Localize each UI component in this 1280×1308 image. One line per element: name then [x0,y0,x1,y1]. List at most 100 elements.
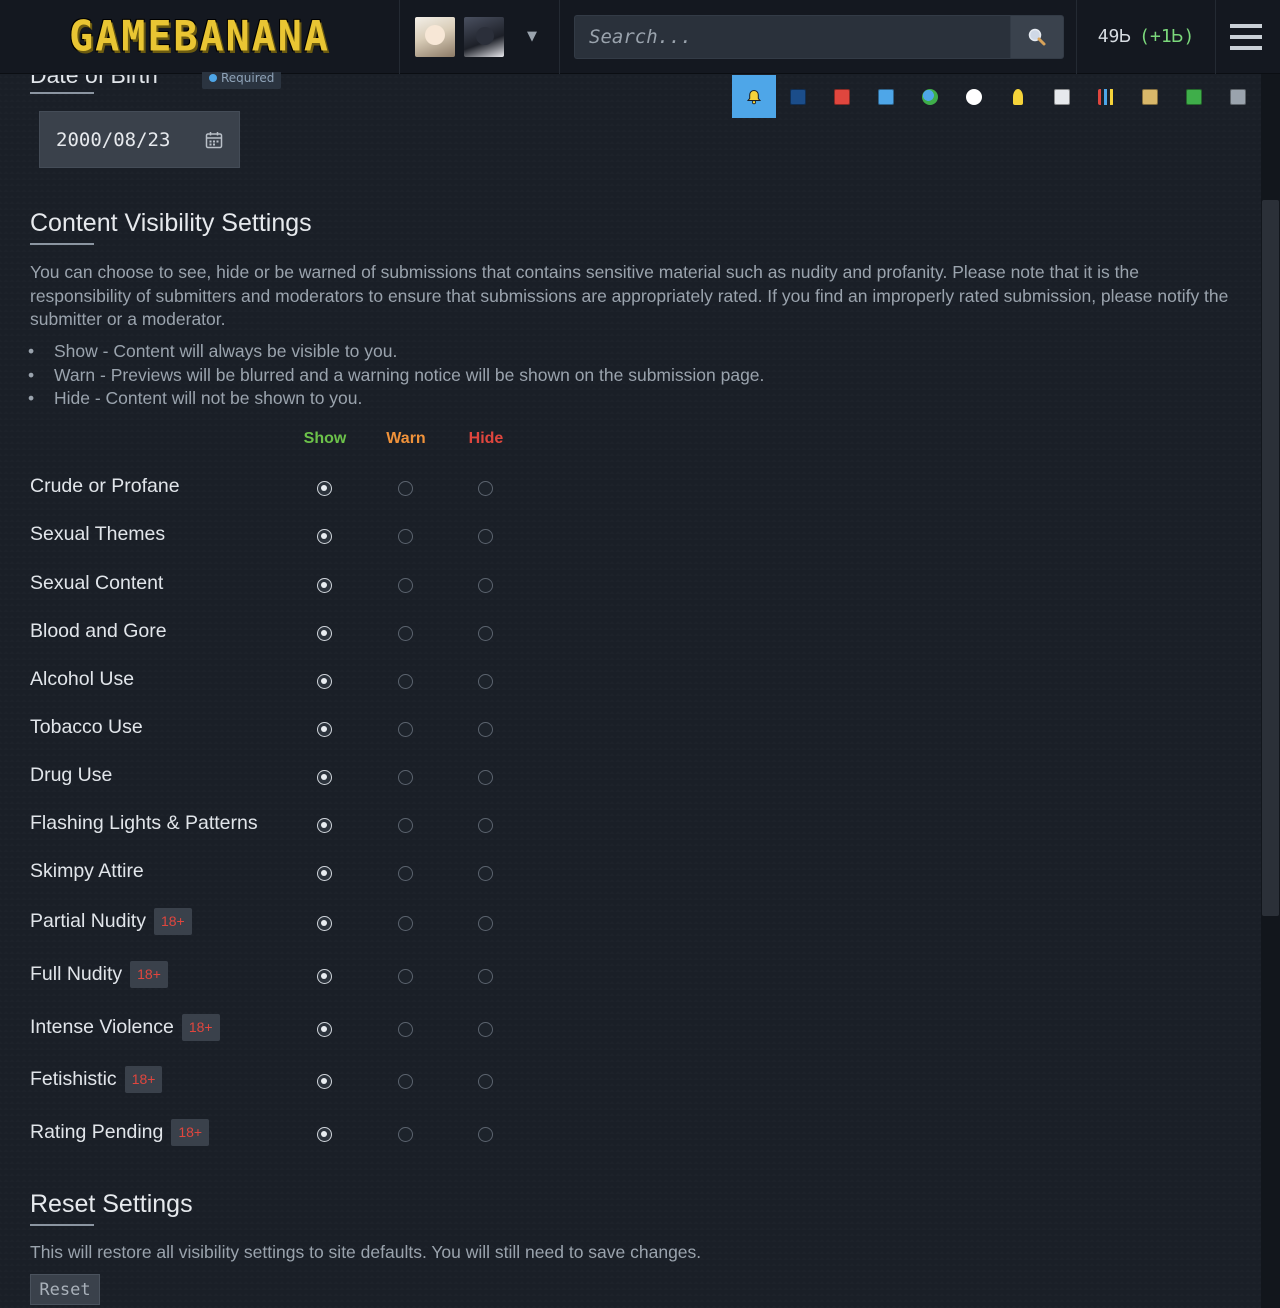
row-label-text: Alcohol Use [30,667,135,690]
avatar[interactable] [464,16,504,57]
list-item: Hide - Content will not be shown to you. [28,387,764,411]
toolbar-button-dashboard[interactable] [776,75,820,118]
toolbar-button-inbox[interactable] [1172,75,1216,118]
row-label-text: Intense Violence [30,1015,174,1038]
radio-show[interactable] [317,866,332,881]
toolbar-button-dice[interactable] [952,75,996,118]
row-label-text: Sexual Themes [30,522,166,545]
radio-warn[interactable] [398,818,413,833]
setting-row-label: Full Nudity 18+ [30,959,168,989]
toolbar-button-clipboard[interactable] [1128,75,1172,118]
radio-hide[interactable] [478,481,493,496]
radio-hide[interactable] [478,770,493,785]
radio-hide[interactable] [478,626,493,641]
bell-icon [746,89,762,105]
radio-hide[interactable] [478,529,493,544]
toolbar-button-stats[interactable] [1084,75,1128,118]
radio-warn[interactable] [398,481,413,496]
date-value: 2000/08/23 [56,128,171,151]
age-restriction-badge: 18+ [153,907,192,935]
toolbar-button-gift[interactable] [820,75,864,118]
setting-row-label: Blood and Gore [30,616,167,646]
toolbar-button-bell[interactable] [732,75,776,118]
globe-icon [922,88,938,105]
toolbar-button-mail[interactable] [1040,75,1084,118]
age-restriction-badge: 18+ [130,960,168,988]
radio-hide[interactable] [478,1074,493,1089]
radio-warn[interactable] [398,578,413,593]
radio-warn[interactable] [398,1022,413,1037]
toolbar-button-folder[interactable] [864,75,908,118]
date-of-birth-field[interactable]: 2000/08/23 [39,111,240,168]
search-button[interactable] [1010,14,1064,59]
hamburger-icon [1230,23,1262,50]
radio-show[interactable] [317,1022,332,1037]
radio-warn[interactable] [398,1127,413,1142]
radio-show[interactable] [317,578,332,593]
radio-show[interactable] [317,818,332,833]
radio-warn[interactable] [398,916,413,931]
grid-icon [1230,88,1246,105]
radio-show[interactable] [317,770,332,785]
radio-show[interactable] [317,481,332,496]
logo-text: GAMEBANANA [69,12,330,61]
radio-show[interactable] [317,969,332,984]
radio-hide[interactable] [478,866,493,881]
row-label-text: Flashing Lights & Patterns [30,811,258,834]
radio-show[interactable] [317,722,332,737]
reset-button[interactable]: Reset [30,1274,100,1305]
menu-button[interactable] [1216,0,1276,74]
dashboard-icon [790,88,806,105]
row-label-text: Drug Use [30,763,113,786]
radio-warn[interactable] [398,674,413,689]
radio-show[interactable] [317,674,332,689]
column-header-hide: Hide [468,430,504,447]
avatar[interactable] [415,16,455,57]
radio-hide[interactable] [478,674,493,689]
radio-show[interactable] [317,1127,332,1142]
search-bar [574,14,1064,59]
reset-description: This will restore all visibility setting… [30,1242,702,1262]
radio-show[interactable] [317,1074,332,1089]
radio-warn[interactable] [398,529,413,544]
row-label-text: Partial Nudity [30,909,146,932]
setting-row-label: Flashing Lights & Patterns [30,808,258,838]
row-label-text: Fetishistic [30,1067,117,1090]
toolbar-button-bulb[interactable] [996,75,1040,118]
radio-show[interactable] [317,626,332,641]
search-input[interactable] [574,14,1010,59]
radio-hide[interactable] [478,722,493,737]
points-display[interactable]: 49Ꮟ (+1Ꮟ) [1076,0,1216,74]
radio-hide[interactable] [478,1127,493,1142]
radio-warn[interactable] [398,969,413,984]
gamebanana-logo[interactable]: GAMEBANANA [0,0,400,74]
chevron-down-icon[interactable]: ▼ [527,29,537,44]
radio-warn[interactable] [398,722,413,737]
radio-warn[interactable] [398,866,413,881]
radio-hide[interactable] [478,969,493,984]
radio-hide[interactable] [478,1022,493,1037]
toolbar-button-globe[interactable] [908,75,952,118]
reset-settings-heading: Reset Settings [30,1190,193,1218]
stats-icon [1098,88,1114,105]
radio-warn[interactable] [398,770,413,785]
heading-underline [30,92,94,94]
radio-show[interactable] [317,916,332,931]
radio-warn[interactable] [398,626,413,641]
row-label-text: Full Nudity [30,962,123,985]
scrollbar-thumb[interactable] [1262,200,1279,916]
setting-row-label: Crude or Profane [30,471,180,501]
row-label-text: Crude or Profane [30,474,180,497]
required-dot-icon [209,74,217,82]
folder-icon [878,88,894,105]
setting-row-label: Tobacco Use [30,712,143,742]
radio-show[interactable] [317,529,332,544]
heading-underline [30,1224,94,1226]
radio-hide[interactable] [478,578,493,593]
toolbar-button-grid[interactable] [1216,75,1260,118]
radio-hide[interactable] [478,916,493,931]
radio-warn[interactable] [398,1074,413,1089]
age-restriction-badge: 18+ [181,1013,220,1041]
radio-hide[interactable] [478,818,493,833]
calendar-icon[interactable] [205,131,223,149]
